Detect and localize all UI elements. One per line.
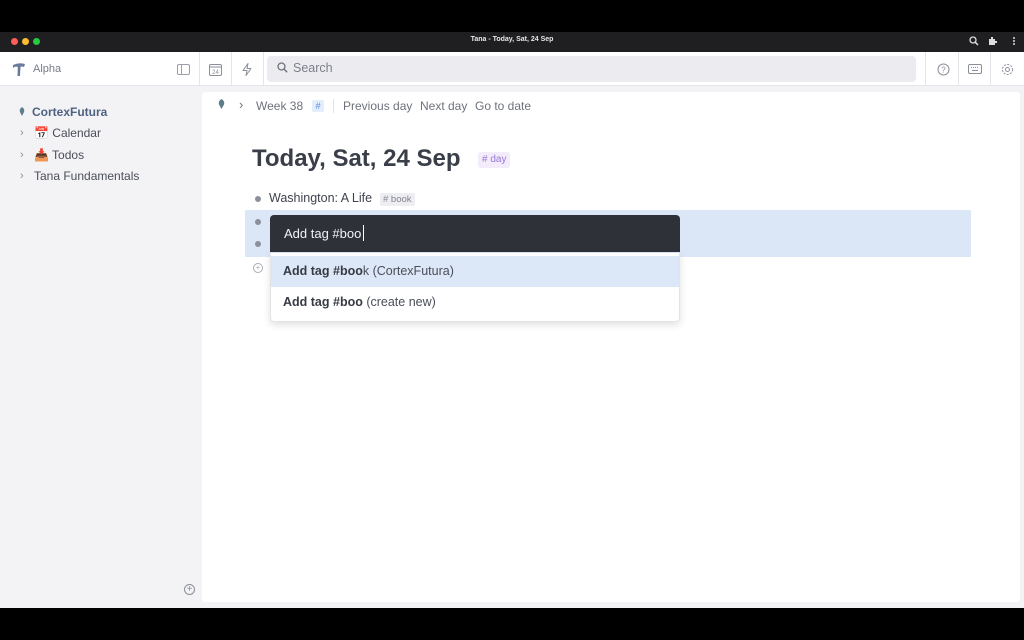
window-titlebar: Tana - Today, Sat, 24 Sep: [0, 32, 1024, 52]
main-panel: › Week 38 # Previous day Next day Go to …: [202, 92, 1020, 602]
add-sidebar-item-button[interactable]: +: [184, 584, 195, 595]
zoom-icon[interactable]: [969, 36, 979, 49]
workspace-avatar-icon: [18, 105, 28, 119]
node-bullet[interactable]: [255, 241, 261, 247]
suggestion-create-new-tag[interactable]: Add tag #boo (create new): [271, 287, 679, 318]
search-bar[interactable]: [267, 56, 916, 82]
sidebar-item-label: 📥 Todos: [34, 148, 85, 162]
suggestion-add-existing-tag[interactable]: Add tag #book (CortexFutura): [271, 256, 679, 287]
more-options-icon[interactable]: [1012, 36, 1016, 49]
sidebar-item-calendar[interactable]: › 📅 Calendar: [0, 123, 200, 143]
node-bullet[interactable]: [255, 219, 261, 225]
help-icon[interactable]: ?: [928, 52, 958, 86]
command-suggestions: Add tag #book (CortexFutura) Add tag #bo…: [270, 253, 680, 322]
sidebar-item-tana-fundamentals[interactable]: › Tana Fundamentals: [0, 166, 200, 186]
app-header: Alpha 24 ?: [0, 52, 1024, 86]
window-title: Tana - Today, Sat, 24 Sep: [470, 36, 554, 43]
search-icon: [277, 62, 288, 73]
search-input[interactable]: [293, 61, 893, 75]
breadcrumb-week[interactable]: Week 38: [256, 99, 303, 113]
page-title[interactable]: Today, Sat, 24 Sep: [252, 145, 461, 173]
sidebar-item-workspace-root[interactable]: CortexFutura: [0, 102, 200, 122]
header-divider: [958, 52, 959, 86]
node-text[interactable]: Washington: A Life: [269, 191, 372, 205]
chevron-right-icon[interactable]: ›: [20, 170, 30, 182]
svg-text:?: ?: [941, 65, 946, 74]
app-window: Alpha 24 ?: [0, 52, 1024, 608]
settings-icon[interactable]: [992, 52, 1022, 86]
day-tag-badge[interactable]: # day: [478, 152, 511, 168]
extensions-icon[interactable]: [988, 36, 998, 49]
book-tag-badge[interactable]: # book: [380, 193, 415, 206]
header-divider: [263, 52, 264, 86]
outline-node[interactable]: Washington: A Life # book: [245, 187, 971, 210]
suggestion-rest-text: k (CortexFutura): [362, 264, 454, 278]
sidebar-item-label: CortexFutura: [32, 105, 108, 119]
keyboard-icon[interactable]: [960, 52, 990, 86]
go-to-date-link[interactable]: Go to date: [475, 99, 531, 113]
previous-day-link[interactable]: Previous day: [343, 99, 412, 113]
week-tag-badge[interactable]: #: [312, 100, 324, 112]
breadcrumb-chevron-icon: ›: [239, 97, 244, 112]
next-day-link[interactable]: Next day: [420, 99, 467, 113]
sidebar-item-label: 📅 Calendar: [34, 126, 101, 140]
chevron-right-icon[interactable]: ›: [20, 127, 30, 139]
sidebar-toggle-icon[interactable]: [168, 52, 198, 86]
suggestion-rest-text: (create new): [362, 295, 436, 309]
workspace-breadcrumb-icon[interactable]: [217, 98, 226, 112]
workspace-name[interactable]: Alpha: [33, 63, 61, 75]
screen-bottom-bar: [0, 608, 1024, 640]
sidebar: CortexFutura › 📅 Calendar › 📥 Todos › Ta…: [0, 87, 202, 608]
command-input-text[interactable]: Add tag #boo: [284, 226, 361, 241]
sidebar-item-todos[interactable]: › 📥 Todos: [0, 145, 200, 165]
suggestion-match-text: Add tag #boo: [283, 295, 363, 309]
text-caret: [363, 225, 364, 241]
breadcrumb-divider: [333, 99, 334, 113]
tana-logo-icon: [11, 61, 27, 77]
sidebar-item-label: Tana Fundamentals: [34, 169, 140, 183]
calendar-day-number: 24: [212, 70, 219, 76]
chevron-right-icon[interactable]: ›: [20, 149, 30, 161]
add-node-button[interactable]: +: [253, 263, 263, 273]
suggestion-match-text: Add tag #boo: [283, 264, 363, 278]
header-divider: [925, 52, 926, 86]
lightning-icon[interactable]: [232, 52, 262, 86]
node-bullet[interactable]: [255, 196, 261, 202]
calendar-icon[interactable]: 24: [200, 52, 230, 86]
header-divider: [990, 52, 991, 86]
command-input[interactable]: Add tag #boo: [270, 215, 680, 252]
